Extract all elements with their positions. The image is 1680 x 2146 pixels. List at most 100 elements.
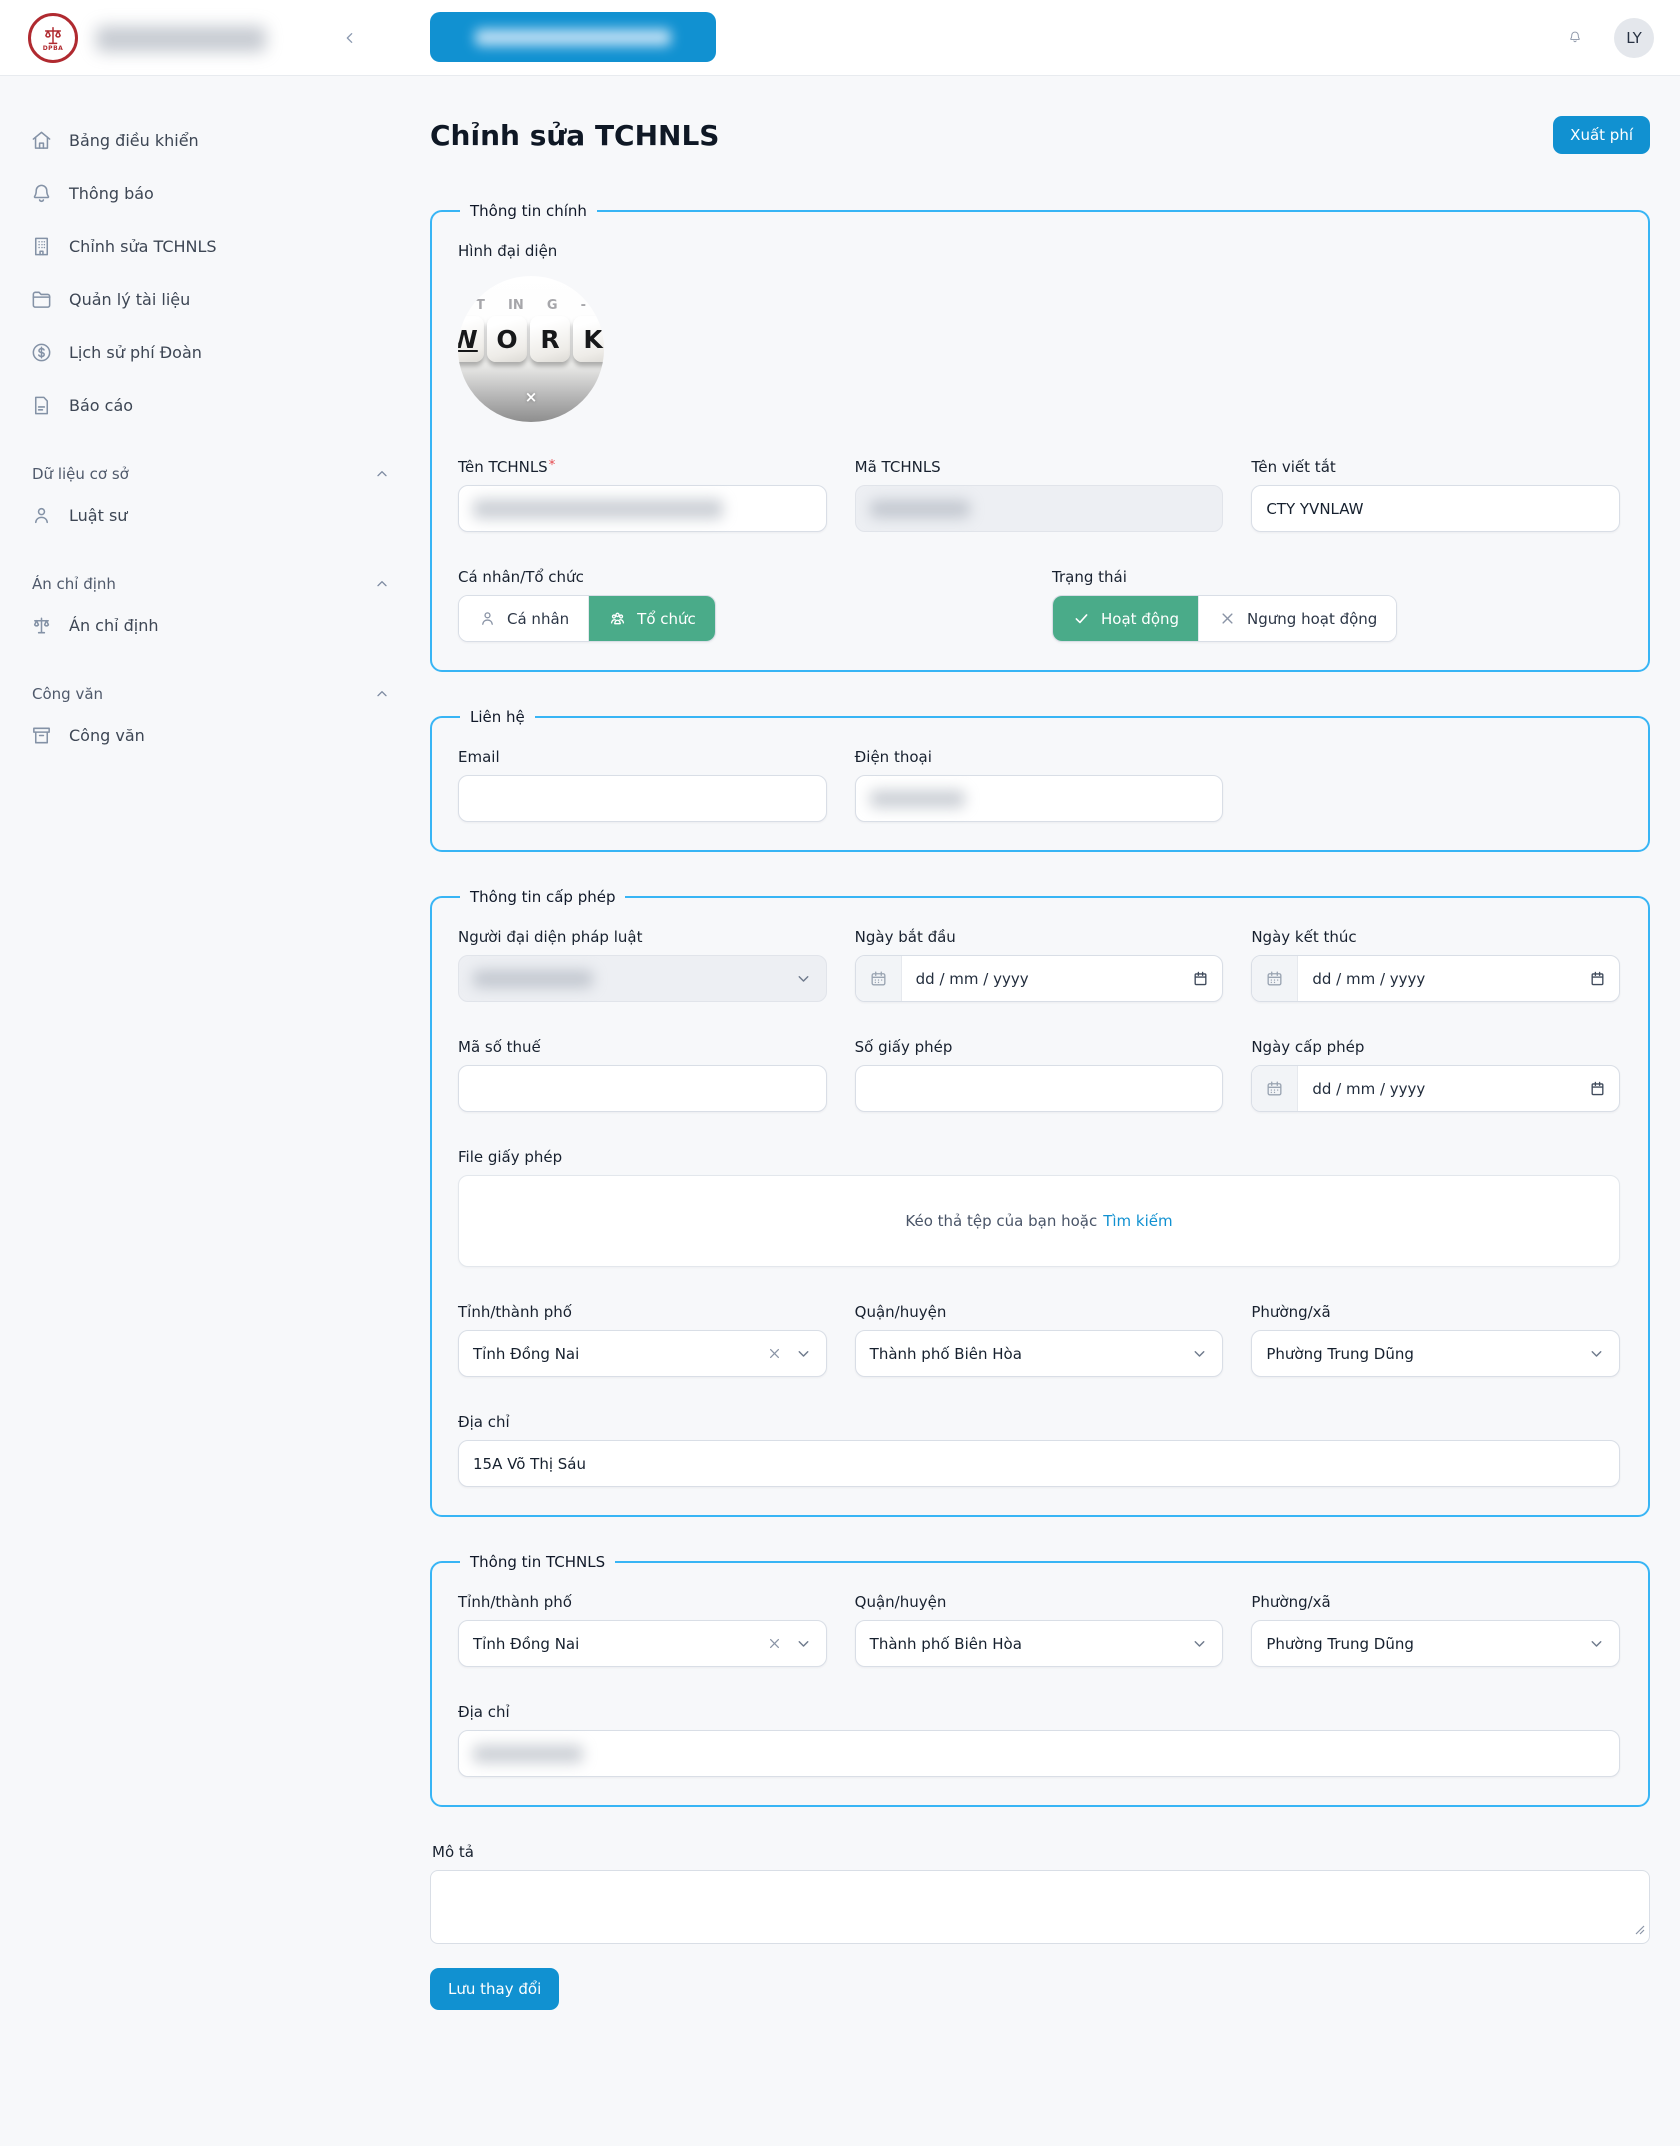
ward-value: Phường Trung Dũng xyxy=(1266,1635,1414,1653)
description-textarea[interactable] xyxy=(430,1870,1650,1944)
chevron-up-icon xyxy=(374,466,390,482)
field-district-2: Quận/huyện Thành phố Biên Hòa xyxy=(855,1593,1224,1667)
sidebar-collapse-button[interactable] xyxy=(336,24,364,52)
district-select[interactable]: Thành phố Biên Hòa xyxy=(855,1330,1224,1377)
archive-box-icon xyxy=(30,724,53,747)
tax-code-input[interactable] xyxy=(458,1065,827,1112)
chevron-up-icon xyxy=(374,576,390,592)
folder-icon xyxy=(30,288,53,311)
user-avatar[interactable]: LY xyxy=(1614,18,1654,58)
field-license-number: Số giấy phép xyxy=(855,1038,1224,1112)
legal-rep-label: Người đại diện pháp luật xyxy=(458,928,827,946)
start-date-input[interactable]: dd / mm / yyyy xyxy=(855,955,1224,1002)
chevron-down-icon xyxy=(1588,1635,1605,1652)
chevron-down-icon xyxy=(1191,1345,1208,1362)
email-input[interactable] xyxy=(458,775,827,822)
sidebar-item-reports[interactable]: Báo cáo xyxy=(30,385,392,425)
tax-code-label: Mã số thuế xyxy=(458,1038,827,1056)
chevron-down-icon xyxy=(795,970,812,987)
sidebar-item-notifications[interactable]: Thông báo xyxy=(30,173,392,213)
end-date-input[interactable]: dd / mm / yyyy xyxy=(1251,955,1620,1002)
phone-input[interactable] xyxy=(855,775,1224,822)
save-button[interactable]: Lưu thay đổi xyxy=(430,1968,559,2010)
calendar-icon xyxy=(1252,956,1298,1001)
clear-x-icon[interactable] xyxy=(766,1345,783,1362)
header-primary-button[interactable] xyxy=(430,12,716,62)
sidebar-item-lawyers[interactable]: Luật sư xyxy=(30,495,392,535)
tchnls-name-label: Tên TCHNLS* xyxy=(458,458,827,476)
chevron-up-icon xyxy=(374,686,390,702)
ward-select[interactable]: Phường Trung Dũng xyxy=(1251,1330,1620,1377)
main-content: Chỉnh sửa TCHNLS Xuất phí Thông tin chín… xyxy=(430,76,1650,2046)
back-letter: IN xyxy=(508,298,524,313)
license-number-input[interactable] xyxy=(855,1065,1224,1112)
notifications-button[interactable] xyxy=(1562,25,1588,51)
province-select-2[interactable]: Tỉnh Đồng Nai xyxy=(458,1620,827,1667)
sidebar: Bảng điều khiển Thông báo Chỉnh sửa TCHN… xyxy=(0,76,430,808)
field-entity-type: Cá nhân/Tổ chức Cá nhân Tổ chức xyxy=(458,568,1052,642)
field-tax-code: Mã số thuế xyxy=(458,1038,827,1112)
legal-rep-select[interactable] xyxy=(458,955,827,1002)
chevron-down-icon xyxy=(1191,1635,1208,1652)
entity-type-option-personal[interactable]: Cá nhân xyxy=(459,596,588,641)
clear-x-icon[interactable] xyxy=(766,1635,783,1652)
address-input[interactable]: 15A Võ Thị Sáu xyxy=(458,1440,1620,1487)
ward-select-2[interactable]: Phường Trung Dũng xyxy=(1251,1620,1620,1667)
calendar-picker-icon[interactable] xyxy=(1589,1080,1619,1097)
province-select[interactable]: Tỉnh Đồng Nai xyxy=(458,1330,827,1377)
sidebar-item-official-letters[interactable]: Công văn xyxy=(30,715,392,755)
license-file-dropzone[interactable]: Kéo thả tệp của bạn hoặc Tìm kiếm xyxy=(458,1175,1620,1267)
field-province-2: Tỉnh/thành phố Tỉnh Đồng Nai xyxy=(458,1593,827,1667)
calendar-picker-icon[interactable] xyxy=(1192,970,1222,987)
organization-photo[interactable]: T IN G - W O R K × xyxy=(458,276,604,422)
x-icon xyxy=(1218,609,1237,628)
entity-type-option-organization[interactable]: Tổ chức xyxy=(588,596,715,641)
check-icon xyxy=(1072,609,1091,628)
status-label: Trạng thái xyxy=(1052,568,1620,586)
dropzone-browse-link[interactable]: Tìm kiếm xyxy=(1103,1212,1172,1230)
start-date-label: Ngày bắt đầu xyxy=(855,928,1224,946)
issue-date-input[interactable]: dd / mm / yyyy xyxy=(1251,1065,1620,1112)
sidebar-group-base-data[interactable]: Dữ liệu cơ sở xyxy=(32,465,390,483)
field-province: Tỉnh/thành phố Tỉnh Đồng Nai xyxy=(458,1303,827,1377)
date-placeholder: dd / mm / yyyy xyxy=(1298,970,1589,988)
short-name-label: Tên viết tắt xyxy=(1251,458,1620,476)
calendar-picker-icon[interactable] xyxy=(1589,970,1619,987)
status-option-inactive[interactable]: Ngưng hoạt động xyxy=(1198,596,1396,641)
short-name-input[interactable]: CTY YVNLAW xyxy=(1251,485,1620,532)
sidebar-item-edit-tchnls[interactable]: Chỉnh sửa TCHNLS xyxy=(30,226,392,266)
sidebar-item-documents[interactable]: Quản lý tài liệu xyxy=(30,279,392,319)
status-option-active[interactable]: Hoạt động xyxy=(1053,596,1198,641)
sidebar-group-official-letters[interactable]: Công văn xyxy=(32,685,390,703)
phone-label: Điện thoại xyxy=(855,748,1224,766)
sidebar-item-assigned-cases[interactable]: Án chỉ định xyxy=(30,605,392,645)
address-input-2[interactable] xyxy=(458,1730,1620,1777)
resize-grip-icon[interactable] xyxy=(1633,1921,1645,1939)
sidebar-item-label: Công văn xyxy=(69,726,145,745)
logo-abbr: DPBA xyxy=(43,45,64,52)
district-select-2[interactable]: Thành phố Biên Hòa xyxy=(855,1620,1224,1667)
district-value: Thành phố Biên Hòa xyxy=(870,1635,1022,1653)
license-number-label: Số giấy phép xyxy=(855,1038,1224,1056)
sidebar-group-assigned-cases[interactable]: Án chỉ định xyxy=(32,575,390,593)
province-label: Tỉnh/thành phố xyxy=(458,1593,827,1611)
bell-icon xyxy=(1568,30,1582,44)
die-letter: K xyxy=(573,316,604,362)
section-legend: Thông tin chính xyxy=(460,202,597,220)
field-email: Email xyxy=(458,748,827,822)
report-icon xyxy=(30,394,53,417)
redacted-value xyxy=(870,500,970,518)
field-issue-date: Ngày cấp phép dd / mm / yyyy xyxy=(1251,1038,1620,1112)
sidebar-item-fee-history[interactable]: Lịch sử phí Đoàn xyxy=(30,332,392,372)
ward-value: Phường Trung Dũng xyxy=(1266,1345,1414,1363)
sidebar-item-dashboard[interactable]: Bảng điều khiển xyxy=(30,120,392,160)
remove-photo-icon[interactable]: × xyxy=(525,388,538,406)
export-fee-button[interactable]: Xuất phí xyxy=(1553,116,1650,154)
province-value: Tỉnh Đồng Nai xyxy=(473,1345,579,1363)
sidebar-item-label: Chỉnh sửa TCHNLS xyxy=(69,237,217,256)
chevron-down-icon xyxy=(795,1345,812,1362)
tchnls-name-input[interactable] xyxy=(458,485,827,532)
chevron-left-icon xyxy=(342,28,358,48)
sidebar-item-label: Án chỉ định xyxy=(69,616,159,635)
field-district: Quận/huyện Thành phố Biên Hòa xyxy=(855,1303,1224,1377)
